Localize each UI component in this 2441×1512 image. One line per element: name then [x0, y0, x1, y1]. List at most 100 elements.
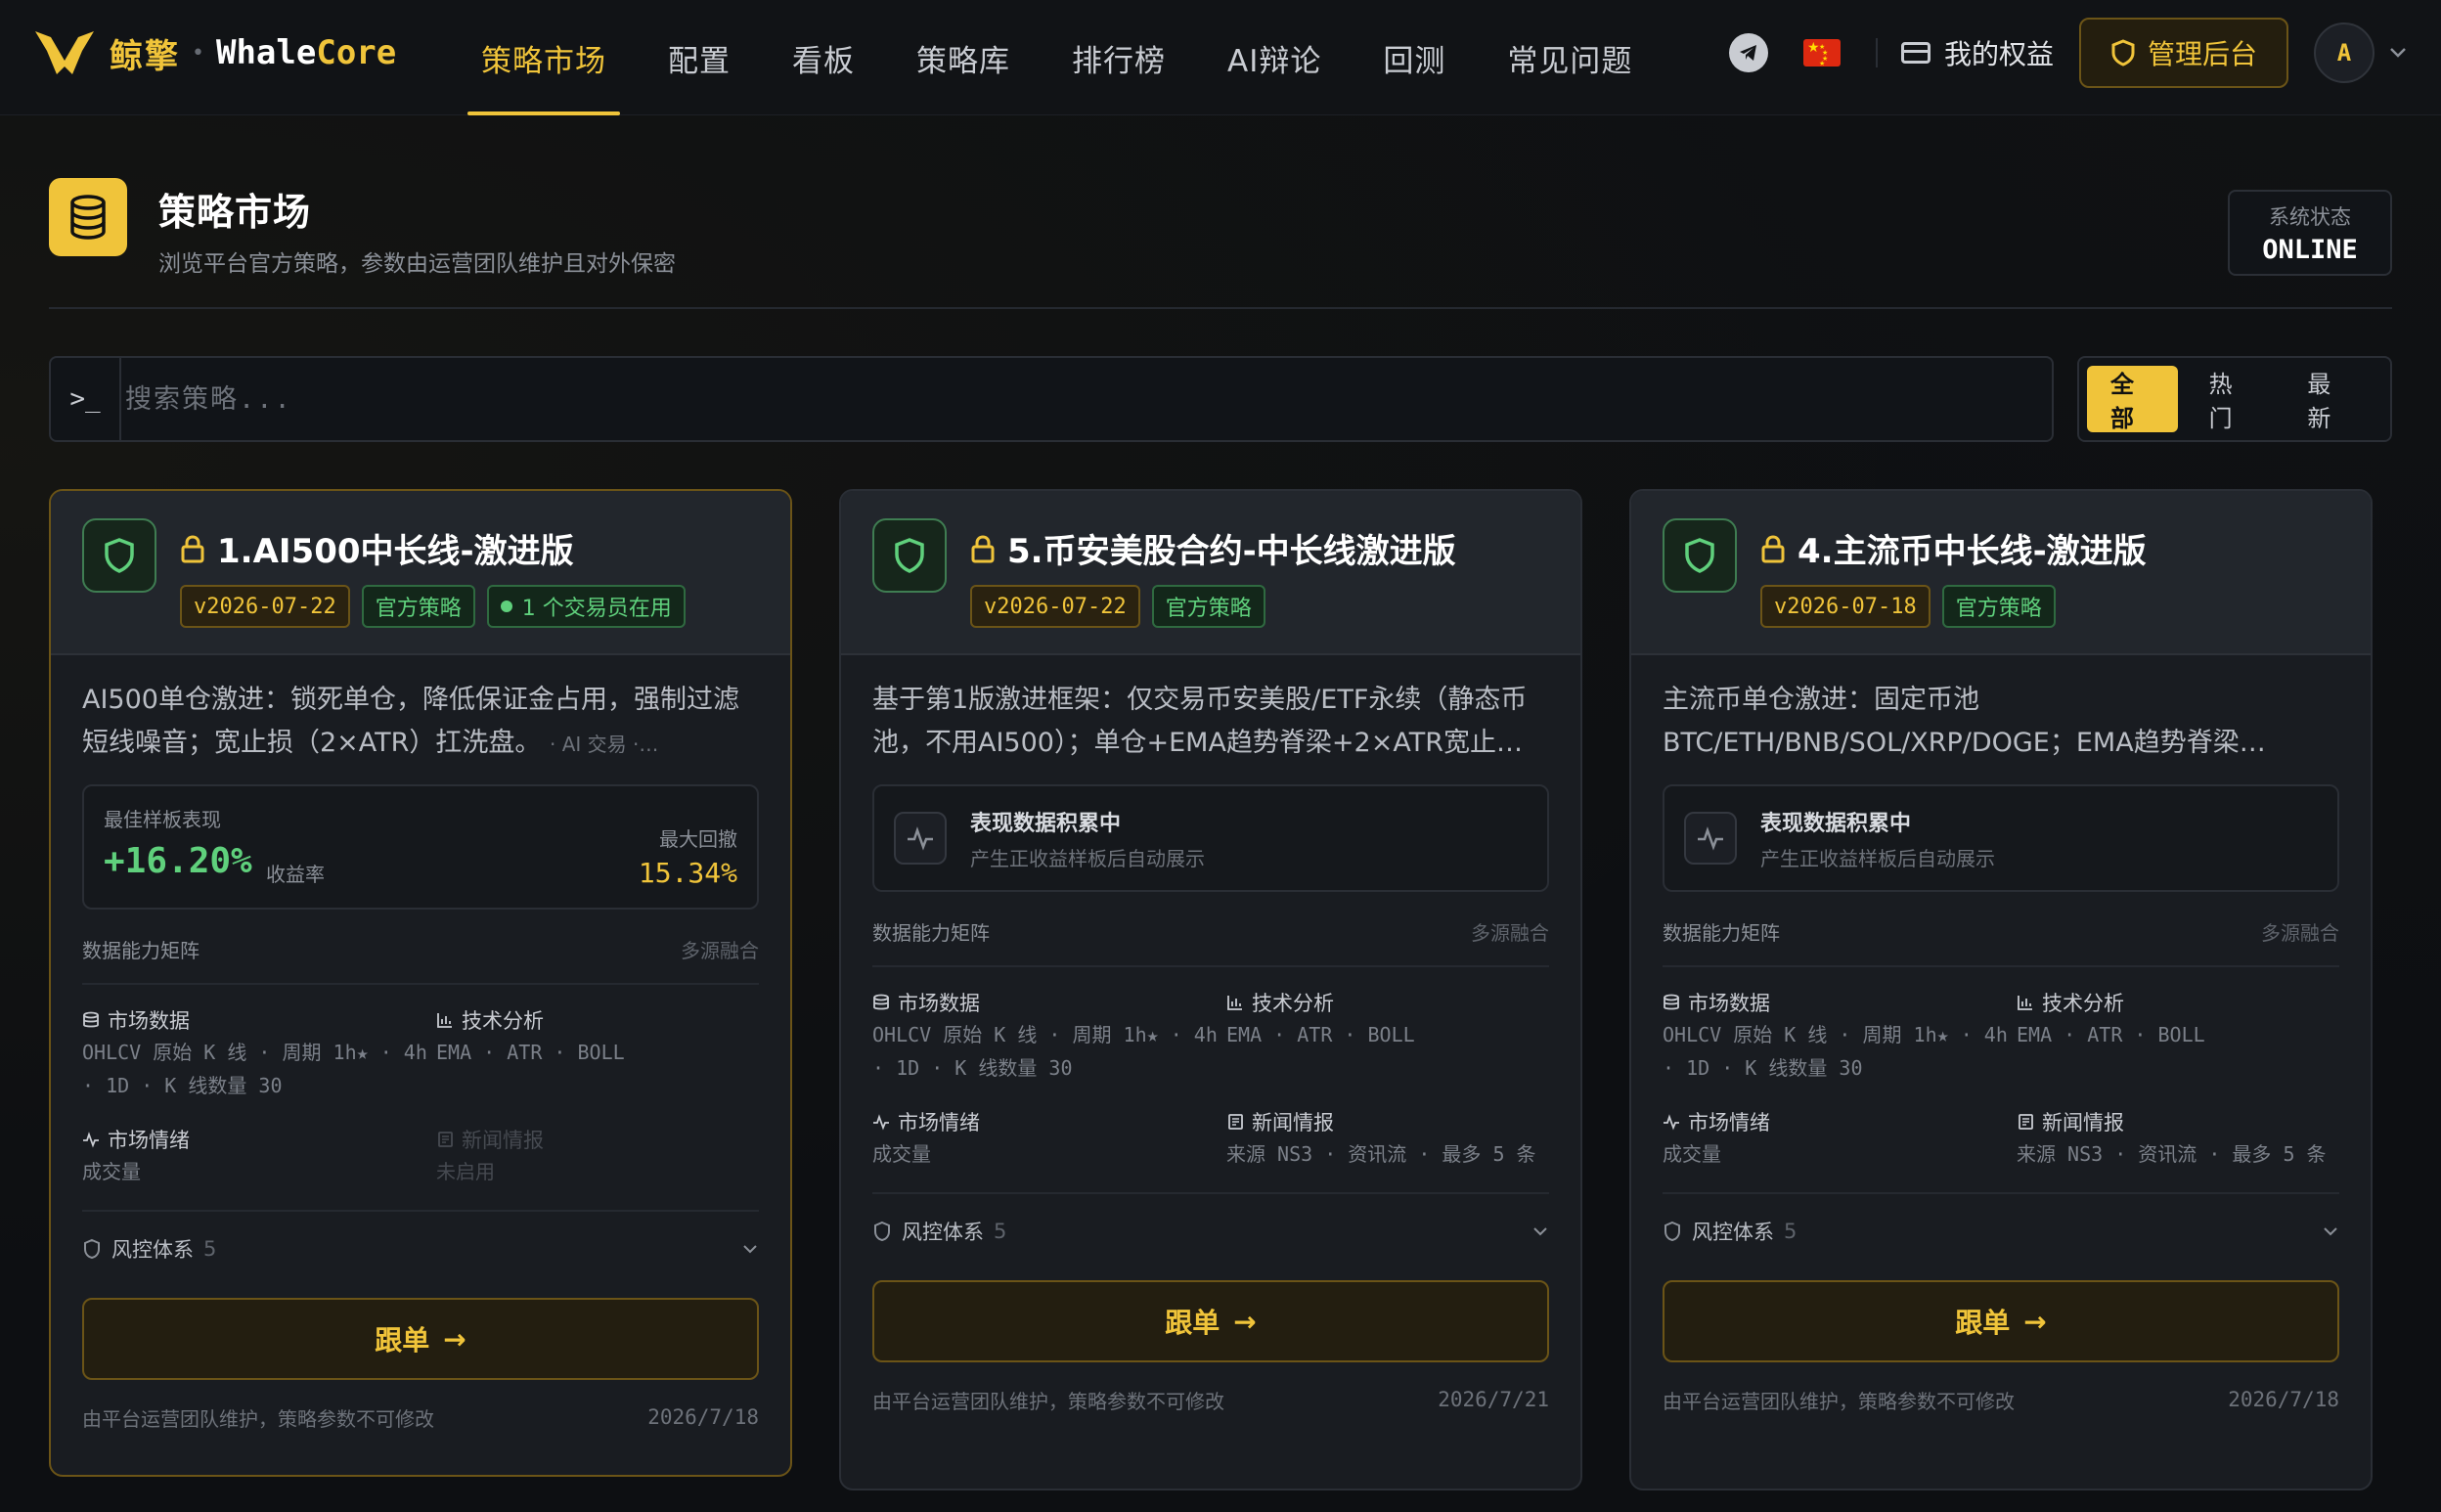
market-data-cell: 市场数据 OHLCV 原始 K 线 · 周期 1h★ · 4h · 1D · K…: [1663, 987, 2017, 1085]
risk-system-toggle[interactable]: 风控体系 5: [1663, 1192, 2339, 1268]
sentiment-text: 成交量: [1663, 1142, 1721, 1166]
page-subtitle: 浏览平台官方策略，参数由运营团队维护且对外保密: [158, 251, 676, 277]
footer-note: 由平台运营团队维护，策略参数不可修改: [872, 1389, 1224, 1413]
footer-note: 由平台运营团队维护，策略参数不可修改: [82, 1406, 434, 1431]
logo-en-text: WhaleCore: [216, 33, 396, 72]
market-data-text: OHLCV 原始 K 线 · 周期 1h★ · 4h · 1D · K 线数量 …: [82, 1041, 427, 1097]
card-title-text: 4.主流币中长线-激进版: [1797, 532, 2147, 571]
matrix-title: 数据能力矩阵: [872, 921, 990, 945]
in-use-badge: 1 个交易员在用: [486, 585, 686, 628]
filter-group: 全部 热门 最新: [2077, 356, 2392, 442]
risk-system-toggle[interactable]: 风控体系 5: [872, 1192, 1549, 1268]
card-body: AI500单仓激进：锁死单仓，降低保证金占用，强制过滤短线噪音；宽止损（2×AT…: [51, 655, 790, 1454]
sentiment-cell: 市场情绪 成交量: [1663, 1106, 2017, 1171]
follow-label: 跟单: [1955, 1307, 2011, 1339]
page-header: 策略市场 浏览平台官方策略，参数由运营团队维护且对外保密 系统状态 ONLINE: [49, 176, 2392, 309]
footer-date: 2026/7/18: [2228, 1388, 2339, 1411]
risk-label: 风控体系: [1692, 1221, 1774, 1244]
sentiment-text: 成交量: [872, 1142, 931, 1166]
card-title[interactable]: 1.AI500中长线-激进版: [180, 524, 574, 572]
pulse-icon: [1664, 1114, 1679, 1131]
sentiment-text: 成交量: [82, 1160, 141, 1183]
nav-item-dashboard[interactable]: 看板: [778, 0, 868, 115]
nav-item-config[interactable]: 配置: [654, 0, 744, 115]
brand-logo[interactable]: 鲸擎 • WhaleCore: [33, 27, 396, 78]
follow-button[interactable]: 跟单 →: [1663, 1280, 2339, 1362]
version-badge: v2026-07-18: [1760, 585, 1931, 628]
admin-button[interactable]: 管理后台: [2078, 18, 2288, 88]
market-data-title: 市场数据: [108, 1009, 190, 1033]
arrow-right-icon: →: [2023, 1305, 2047, 1338]
bar-chart-icon: [2018, 996, 2032, 1010]
matrix-source: 多源融合: [2261, 921, 2339, 945]
card-description: 基于第1版激进框架：仅交易币安美股/ETF永续（静态币池，不用AI500）；单仓…: [872, 685, 1528, 758]
card-badges: v2026-07-18 官方策略: [1760, 585, 2067, 628]
nav-menu: 策略市场 配置 看板 策略库 排行榜 AI辩论 回测 常见问题: [467, 0, 1680, 115]
follow-button[interactable]: 跟单 →: [872, 1280, 1549, 1362]
avatar[interactable]: A: [2314, 22, 2374, 83]
chevron-down-icon[interactable]: [2388, 46, 2408, 60]
data-matrix: 市场数据 OHLCV 原始 K 线 · 周期 1h★ · 4h · 1D · K…: [82, 1004, 759, 1210]
footer-date: 2026/7/21: [1438, 1388, 1549, 1411]
matrix-title: 数据能力矩阵: [82, 939, 200, 962]
nav-item-strategy-market[interactable]: 策略市场: [467, 0, 620, 115]
nav-item-faq[interactable]: 常见问题: [1493, 0, 1646, 115]
market-data-text: OHLCV 原始 K 线 · 周期 1h★ · 4h · 1D · K 线数量 …: [1663, 1023, 2008, 1080]
lock-icon: [1761, 534, 1785, 562]
bar-chart-icon: [1227, 996, 1242, 1010]
market-data-title: 市场数据: [1688, 992, 1770, 1015]
version-badge: v2026-07-22: [180, 585, 350, 628]
card-title-text: 5.币安美股合约-中长线激进版: [1007, 532, 1456, 571]
search-input[interactable]: [121, 358, 2052, 440]
arrow-right-icon: →: [443, 1322, 466, 1356]
follow-button[interactable]: 跟单 →: [82, 1298, 759, 1380]
chevron-down-icon: [2324, 1227, 2337, 1236]
filter-hot[interactable]: 热门: [2186, 366, 2277, 432]
filter-latest[interactable]: 最新: [2284, 366, 2374, 432]
logo-cn-text: 鲸擎: [110, 36, 180, 76]
my-benefits-link[interactable]: 我的权益: [1900, 33, 2054, 72]
whale-logo-icon: [35, 31, 94, 74]
shield-icon: [1663, 518, 1737, 593]
strategy-card: 4.主流币中长线-激进版 v2026-07-18 官方策略 主流币单仓激进：固定…: [1629, 489, 2373, 1490]
filter-all[interactable]: 全部: [2087, 366, 2178, 432]
market-data-title: 市场数据: [898, 992, 980, 1015]
telegram-icon[interactable]: [1728, 33, 1768, 72]
shield-icon: [874, 1221, 890, 1242]
risk-count: 5: [203, 1237, 217, 1261]
tech-analysis-cell: 技术分析 EMA · ATR · BOLL: [436, 1004, 763, 1102]
footer-note: 由平台运营团队维护，策略参数不可修改: [1663, 1389, 2015, 1413]
official-badge: 官方策略: [1941, 585, 2056, 628]
card-title[interactable]: 5.币安美股合约-中长线激进版: [970, 524, 1456, 572]
pending-title: 表现数据积累中: [970, 812, 1122, 836]
newspaper-icon: [438, 1132, 453, 1147]
database-icon: [1664, 994, 1679, 1010]
risk-system-toggle[interactable]: 风控体系 5: [82, 1210, 759, 1286]
risk-count: 5: [1784, 1220, 1797, 1243]
sentiment-title: 市场情绪: [1688, 1111, 1770, 1134]
news-title: 新闻情报: [1252, 1111, 1334, 1134]
nav-item-strategy-library[interactable]: 策略库: [903, 0, 1024, 115]
drawdown-value: 15.34%: [638, 857, 737, 889]
news-text: 来源 NS3 · 资讯流 · 最多 5 条: [1226, 1142, 1536, 1166]
nav-right: ★ ★ ★ ★ ★ 我的权益 管理后台 A: [1728, 18, 2408, 88]
nav-item-backtest[interactable]: 回测: [1369, 0, 1459, 115]
matrix-header: 数据能力矩阵 多源融合: [872, 917, 1549, 967]
news-cell: 新闻情报 来源 NS3 · 资讯流 · 最多 5 条: [1226, 1106, 1553, 1171]
tech-analysis-title: 技术分析: [1252, 992, 1334, 1015]
lock-icon: [971, 534, 995, 562]
strategy-card: 1.AI500中长线-激进版 v2026-07-22 官方策略 1 个交易员在用…: [49, 489, 792, 1477]
arrow-right-icon: →: [1233, 1305, 1257, 1338]
card-footer: 由平台运营团队维护，策略参数不可修改 2026/7/21: [872, 1362, 1549, 1437]
data-matrix: 市场数据 OHLCV 原始 K 线 · 周期 1h★ · 4h · 1D · K…: [872, 987, 1549, 1192]
china-flag-icon[interactable]: ★ ★ ★ ★ ★: [1802, 39, 1841, 67]
status-label: 系统状态: [2269, 205, 2351, 229]
follow-label: 跟单: [1165, 1307, 1220, 1339]
card-header: 1.AI500中长线-激进版 v2026-07-22 官方策略 1 个交易员在用: [51, 491, 790, 655]
my-benefits-label: 我的权益: [1943, 38, 2054, 70]
nav-item-ai-debate[interactable]: AI辩论: [1214, 0, 1335, 115]
admin-label: 管理后台: [2147, 38, 2257, 70]
shield-icon: [1664, 1221, 1680, 1242]
card-title[interactable]: 4.主流币中长线-激进版: [1760, 524, 2147, 572]
nav-item-leaderboard[interactable]: 排行榜: [1058, 0, 1179, 115]
